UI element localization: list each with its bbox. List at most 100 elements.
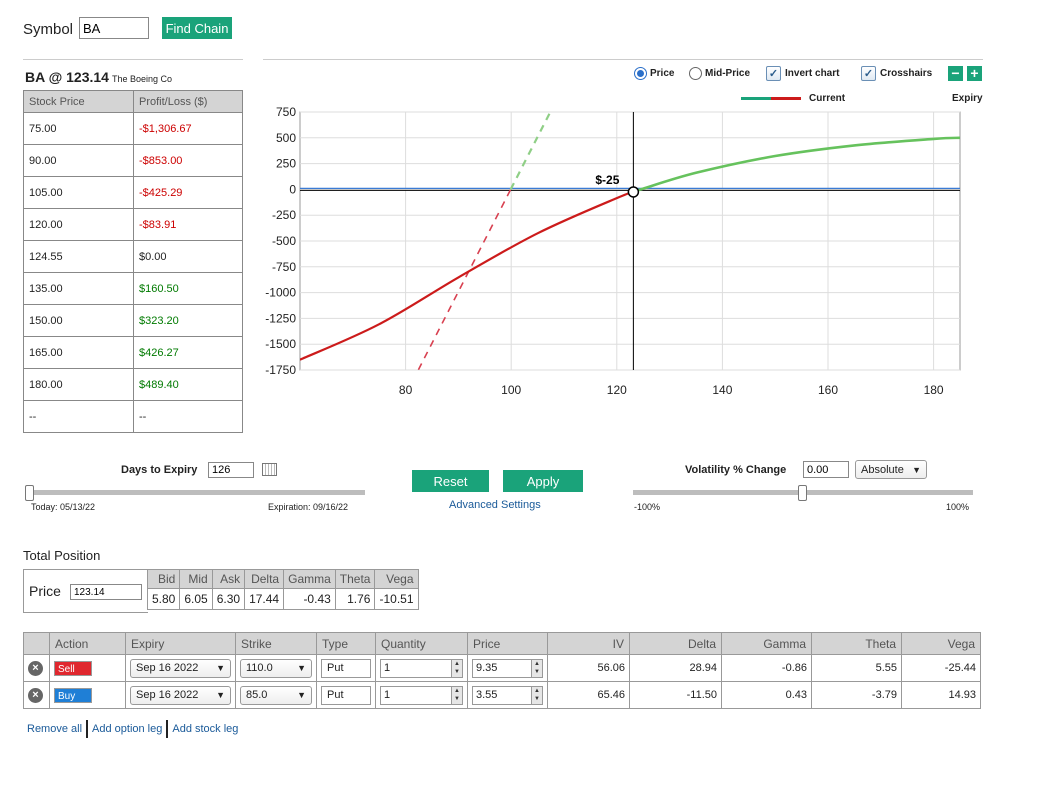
type-field[interactable]: Put bbox=[321, 685, 371, 705]
arrow-up-icon[interactable]: ▲ bbox=[532, 686, 542, 695]
greek-value-gamma: -0.43 bbox=[283, 588, 336, 610]
arrow-up-icon[interactable]: ▲ bbox=[452, 659, 462, 668]
arrow-down-icon[interactable]: ▼ bbox=[532, 668, 542, 677]
symbol-label: Symbol bbox=[23, 21, 74, 38]
volatility-mode-select[interactable]: Absolute ▼ bbox=[855, 460, 927, 479]
action-buy-button[interactable]: Buy bbox=[54, 687, 92, 703]
arrow-down-icon[interactable]: ▼ bbox=[452, 668, 462, 677]
expiry-line-swatch bbox=[882, 97, 944, 100]
pl-row: 180.00 $489.40 bbox=[23, 368, 243, 401]
days-slider-track[interactable] bbox=[27, 490, 365, 495]
crosshair-point bbox=[627, 186, 640, 198]
divider bbox=[23, 59, 243, 60]
action-sell-button[interactable]: Sell bbox=[54, 660, 92, 676]
calendar-icon[interactable] bbox=[262, 463, 277, 476]
find-chain-button[interactable]: Find Chain bbox=[162, 17, 232, 39]
pl-stock-price-cell: 180.00 bbox=[23, 368, 134, 401]
current-line-swatch bbox=[741, 97, 801, 100]
symbol-input[interactable] bbox=[79, 17, 149, 39]
arrow-up-icon[interactable]: ▲ bbox=[532, 659, 542, 668]
expiry-select[interactable]: Sep 16 2022 ▼ bbox=[130, 685, 231, 705]
price-box: Price bbox=[23, 569, 148, 613]
mid-price-radio[interactable]: Mid-Price bbox=[689, 67, 750, 80]
greek-value-ask: 6.30 bbox=[211, 588, 246, 610]
gamma-cell: -0.86 bbox=[721, 654, 812, 682]
pl-value-cell: $160.50 bbox=[133, 272, 243, 305]
pl-stock-price-cell: 135.00 bbox=[23, 272, 134, 305]
add-option-leg-link[interactable]: Add option leg bbox=[92, 723, 162, 735]
theta-cell: 5.55 bbox=[811, 654, 902, 682]
radio-selected-icon[interactable] bbox=[634, 67, 647, 80]
reset-button[interactable]: Reset bbox=[412, 470, 489, 492]
vol-min-label: -100% bbox=[634, 502, 661, 512]
greek-header-bid: Bid bbox=[146, 569, 181, 589]
x-tick-label: 160 bbox=[818, 383, 838, 397]
position-price-input[interactable] bbox=[70, 584, 142, 600]
remove-leg-icon[interactable]: × bbox=[28, 687, 43, 703]
days-expiry-label: Days to Expiry bbox=[121, 464, 198, 476]
remove-leg-icon[interactable]: × bbox=[28, 660, 43, 676]
legend-current: Current bbox=[741, 93, 845, 104]
pl-value-cell: -- bbox=[133, 400, 243, 433]
apply-button[interactable]: Apply bbox=[503, 470, 583, 492]
iv-cell: 65.46 bbox=[547, 681, 630, 709]
delta-cell: 28.94 bbox=[629, 654, 722, 682]
strike-select[interactable]: 110.0 ▼ bbox=[240, 658, 312, 678]
y-tick-label: 250 bbox=[276, 157, 296, 171]
y-tick-label: -1750 bbox=[265, 363, 296, 377]
chevron-down-icon: ▼ bbox=[297, 690, 306, 700]
col-action: Action bbox=[49, 632, 126, 655]
greek-header-ask: Ask bbox=[211, 569, 246, 589]
arrow-down-icon[interactable]: ▼ bbox=[452, 695, 462, 704]
greek-header-vega: Vega bbox=[374, 569, 419, 589]
radio-unselected-icon[interactable] bbox=[689, 67, 702, 80]
company-name: The Boeing Co bbox=[112, 74, 173, 84]
arrow-down-icon[interactable]: ▼ bbox=[532, 695, 542, 704]
add-stock-leg-link[interactable]: Add stock leg bbox=[172, 723, 238, 735]
pl-row: 135.00 $160.50 bbox=[23, 272, 243, 305]
pl-row: 124.55 $0.00 bbox=[23, 240, 243, 273]
price-stepper[interactable]: 3.55 ▲ ▼ bbox=[472, 685, 543, 705]
price-label: Price bbox=[29, 583, 61, 599]
advanced-settings-link[interactable]: Advanced Settings bbox=[449, 499, 541, 511]
pl-row: 120.00 -$83.91 bbox=[23, 208, 243, 241]
remove-all-link[interactable]: Remove all bbox=[27, 723, 82, 735]
quantity-stepper[interactable]: 1 ▲ ▼ bbox=[380, 685, 463, 705]
pl-stock-price-cell: 150.00 bbox=[23, 304, 134, 337]
expiry-select[interactable]: Sep 16 2022 ▼ bbox=[130, 658, 231, 678]
pl-value-cell: -$425.29 bbox=[133, 176, 243, 209]
zoom-out-button[interactable]: − bbox=[948, 66, 963, 81]
leg-row: × Buy Sep 16 2022 ▼ 85.0 ▼ Put 1 ▲ ▼ 3.55 ▲ ▼ … bbox=[23, 681, 981, 709]
days-expiry-input[interactable] bbox=[208, 462, 254, 478]
col-quantity: Quantity bbox=[375, 632, 468, 655]
col-vega: Vega bbox=[901, 632, 981, 655]
greek-header-gamma: Gamma bbox=[283, 569, 336, 589]
zoom-in-button[interactable]: + bbox=[967, 66, 982, 81]
volatility-slider-thumb[interactable] bbox=[798, 485, 807, 501]
arrow-up-icon[interactable]: ▲ bbox=[452, 686, 462, 695]
quantity-stepper[interactable]: 1 ▲ ▼ bbox=[380, 658, 463, 678]
pl-chart[interactable]: 80 100 120 140 160 180 750 500 250 0 -250 -500 -750 -… bbox=[262, 105, 967, 405]
type-field[interactable]: Put bbox=[321, 658, 371, 678]
col-price: Price bbox=[467, 632, 548, 655]
total-position-title: Total Position bbox=[23, 548, 101, 563]
check-icon[interactable]: ✓ bbox=[766, 66, 781, 81]
y-tick-label: -1250 bbox=[265, 311, 296, 325]
pl-value-cell: -$1,306.67 bbox=[133, 112, 243, 145]
price-stepper[interactable]: 9.35 ▲ ▼ bbox=[472, 658, 543, 678]
invert-chart-checkbox[interactable]: ✓ Invert chart bbox=[766, 66, 839, 81]
price-radio[interactable]: Price bbox=[634, 67, 674, 80]
crosshairs-checkbox[interactable]: ✓ Crosshairs bbox=[861, 66, 932, 81]
pl-stock-price-cell: 124.55 bbox=[23, 240, 134, 273]
days-slider-thumb[interactable] bbox=[25, 485, 34, 501]
ticker-price: BA @ 123.14 bbox=[25, 69, 109, 85]
y-tick-label: 750 bbox=[276, 105, 296, 119]
volatility-input[interactable] bbox=[803, 461, 849, 478]
pl-value-cell: -$83.91 bbox=[133, 208, 243, 241]
strike-select[interactable]: 85.0 ▼ bbox=[240, 685, 312, 705]
pl-stock-price-cell: 90.00 bbox=[23, 144, 134, 177]
greek-value-vega: -10.51 bbox=[374, 588, 419, 610]
check-icon[interactable]: ✓ bbox=[861, 66, 876, 81]
pl-table: Stock Price Profit/Loss ($) 75.00 -$1,306… bbox=[23, 90, 243, 433]
x-tick-label: 140 bbox=[712, 383, 732, 397]
